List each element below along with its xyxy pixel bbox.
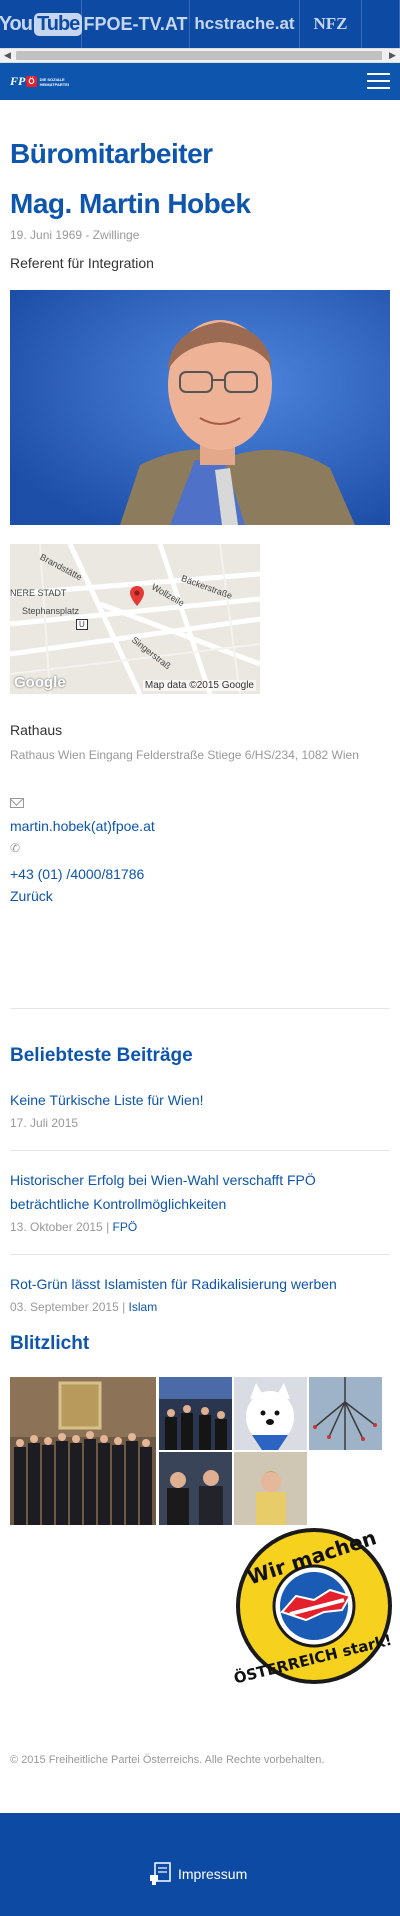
- ubahn-marker-icon: U: [76, 619, 88, 630]
- interview-photo-illustration: [159, 1452, 232, 1525]
- popular-post-title[interactable]: Historischer Erfolg bei Wien-Wahl versch…: [10, 1168, 390, 1216]
- popular-post-date: 17. Juli 2015: [10, 1116, 78, 1130]
- fpoe-tv-link[interactable]: FPOE-TV.AT: [82, 0, 190, 48]
- gallery-photo-event[interactable]: [159, 1377, 232, 1450]
- youtube-you: You: [0, 12, 33, 35]
- phone-link[interactable]: +43 (01) /4000/81786: [10, 866, 144, 882]
- scrollbar-thumb[interactable]: [16, 51, 382, 60]
- post-date: 13. Oktober 2015 |: [10, 1220, 110, 1234]
- map-credit: Map data ©2015 Google: [142, 680, 256, 691]
- gallery-photo-tower[interactable]: [309, 1377, 382, 1450]
- blitzlicht-heading: Blitzlicht: [10, 1333, 90, 1354]
- tower-photo-illustration: [309, 1377, 382, 1450]
- document-stamp-icon: [150, 1862, 171, 1885]
- burger-line: [367, 80, 390, 82]
- hc-suffix: .at: [274, 14, 295, 33]
- group-photo-illustration: [10, 1377, 156, 1525]
- gallery-photo-woman[interactable]: [234, 1452, 307, 1525]
- post-date: 03. September 2015 |: [10, 1300, 126, 1314]
- youtube-tube: Tube: [34, 12, 83, 36]
- popular-post-title[interactable]: Rot-Grün lässt Islamisten für Radikalisi…: [10, 1272, 390, 1296]
- position-title: Referent für Integration: [10, 255, 154, 271]
- portrait-illustration: [10, 290, 390, 525]
- popular-post-meta: 13. Oktober 2015 | FPÖ: [10, 1220, 137, 1234]
- post-divider: [10, 1254, 390, 1255]
- nfz-link[interactable]: NFZ: [300, 0, 362, 48]
- partner-banner: You Tube FPOE-TV.AT hc strache .at NFZ: [0, 0, 400, 48]
- impressum-link[interactable]: Impressum: [148, 1861, 247, 1887]
- map-label-innere-stadt: NERE STADT: [10, 588, 67, 598]
- scroll-left-icon[interactable]: ◀: [1, 50, 14, 61]
- portrait-photo: [10, 290, 390, 525]
- gallery-photo-interview[interactable]: [159, 1452, 232, 1525]
- banner-spacer: [362, 0, 400, 48]
- section-divider: [10, 1008, 390, 1009]
- map-pin-icon[interactable]: [130, 586, 144, 606]
- scroll-right-icon[interactable]: ▶: [386, 50, 399, 61]
- popular-post-meta: 03. September 2015 | Islam: [10, 1300, 157, 1314]
- popular-post-title[interactable]: Keine Türkische Liste für Wien!: [10, 1088, 390, 1112]
- post-divider: [10, 1150, 390, 1151]
- horizontal-scrollbar[interactable]: ◀ ▶: [0, 48, 400, 63]
- page-title: Büromitarbeiter: [10, 138, 213, 169]
- location-name: Rathaus: [10, 722, 63, 738]
- location-map[interactable]: Brandstätte NERE STADT Stephansplatz Bäc…: [10, 544, 260, 694]
- gallery-photo-group[interactable]: [10, 1377, 156, 1525]
- post-tag-link[interactable]: Islam: [129, 1300, 158, 1314]
- wir-machen-oesterreich-stark-sticker[interactable]: Wir machen ÖSTERREICH stark!: [234, 1526, 394, 1686]
- logo-subtitle: DIE SOZIALE HEIMATPARTEI: [39, 76, 69, 87]
- back-link[interactable]: Zurück: [10, 888, 53, 904]
- impressum-label: Impressum: [178, 1866, 248, 1882]
- person-name: Mag. Martin Hobek: [10, 188, 251, 219]
- event-photo-illustration: [159, 1377, 232, 1450]
- fpoe-logo[interactable]: FP Ö DIE SOZIALE HEIMATPARTEI: [10, 74, 76, 89]
- location-address: Rathaus Wien Eingang Felderstraße Stiege…: [10, 748, 359, 762]
- youtube-link[interactable]: You Tube: [0, 0, 83, 48]
- photo-gallery: [10, 1377, 390, 1527]
- main-navbar: FP Ö DIE SOZIALE HEIMATPARTEI: [0, 63, 400, 100]
- burger-line: [367, 73, 390, 75]
- map-streets: [10, 544, 260, 694]
- phone-icon: ✆: [10, 841, 21, 855]
- hc-bold: strache: [214, 14, 275, 33]
- post-tag-link[interactable]: FPÖ: [113, 1220, 138, 1234]
- post-date: 17. Juli 2015: [10, 1116, 79, 1130]
- google-logo: Google: [14, 674, 66, 691]
- hcstrache-link[interactable]: hc strache .at: [190, 0, 300, 48]
- hamburger-menu-icon[interactable]: [367, 73, 390, 91]
- dog-photo-illustration: [234, 1377, 307, 1450]
- map-label-stephansplatz: Stephansplatz: [22, 606, 80, 616]
- birth-date: 19. Juni 1969 - Zwillinge: [10, 228, 140, 242]
- mail-icon: [10, 798, 24, 808]
- logo-fp: FP: [10, 74, 26, 88]
- burger-line: [367, 87, 390, 89]
- page-footer: Impressum: [0, 1813, 400, 1916]
- hc-prefix: hc: [194, 14, 215, 33]
- logo-badge: Ö: [26, 76, 37, 87]
- email-link[interactable]: martin.hobek(at)fpoe.at: [10, 818, 155, 834]
- gallery-photo-dog[interactable]: [234, 1377, 307, 1450]
- popular-posts-heading: Beliebteste Beiträge: [10, 1045, 193, 1066]
- copyright-text: © 2015 Freiheitliche Partei Österreichs.…: [10, 1754, 325, 1766]
- woman-photo-illustration: [234, 1452, 307, 1525]
